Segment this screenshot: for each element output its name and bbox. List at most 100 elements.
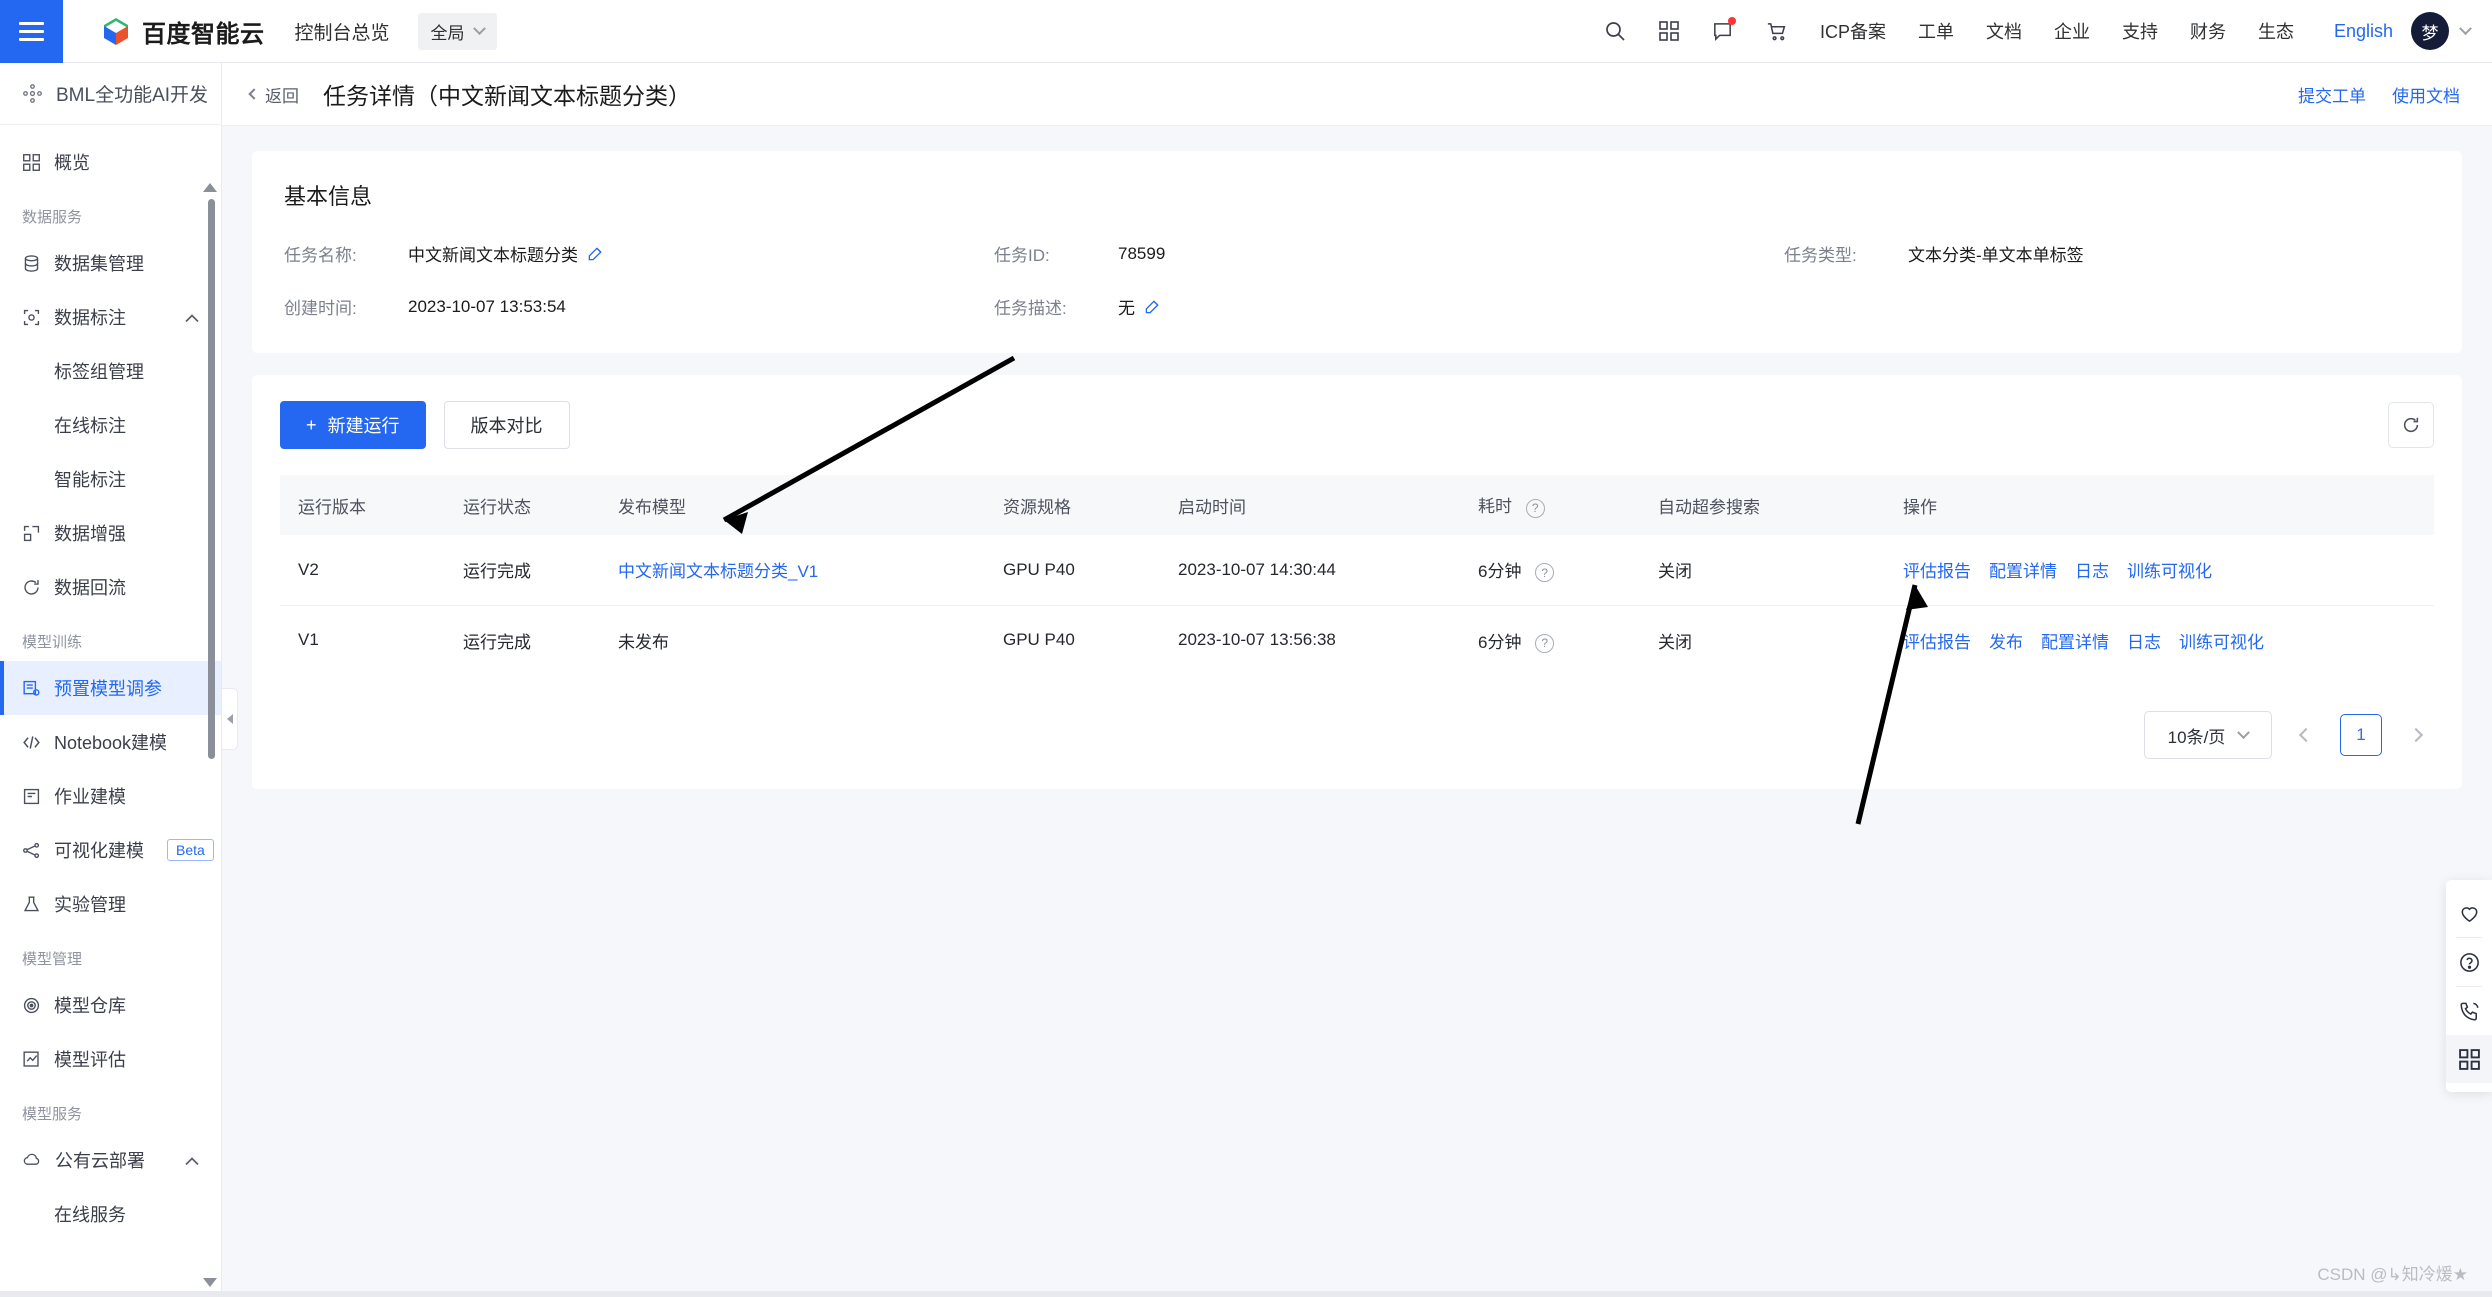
csdn-watermark: CSDN @↳知冷煖★ bbox=[2317, 1265, 2468, 1284]
topbar-link-ecosystem[interactable]: 生态 bbox=[2242, 18, 2310, 44]
sidebar-scroll-down-arrow[interactable] bbox=[203, 1278, 217, 1287]
bottom-scrollbar-strip[interactable] bbox=[0, 1291, 2492, 1297]
sidebar-item-data-augmentation[interactable]: 数据增强 bbox=[0, 506, 221, 560]
page-size-selector[interactable]: 10条/页 bbox=[2144, 711, 2272, 759]
cell-version: V2 bbox=[280, 535, 445, 606]
duration-help-icon[interactable]: ? bbox=[1525, 498, 1545, 518]
sidebar-scroll-up-arrow[interactable] bbox=[203, 183, 217, 192]
sidebar-item-label: 预置模型调参 bbox=[54, 679, 162, 699]
right-floating-dock bbox=[2446, 880, 2492, 1092]
favorite-heart-icon[interactable] bbox=[2446, 889, 2492, 937]
apps-dock-grid-icon[interactable] bbox=[2446, 1035, 2492, 1083]
message-icon[interactable] bbox=[1696, 0, 1750, 63]
edit-task-description-icon[interactable] bbox=[1144, 298, 1161, 315]
sidebar-group-model-training: 模型训练 bbox=[22, 634, 83, 651]
refresh-cw-icon bbox=[24, 579, 39, 595]
action-evaluation-report[interactable]: 评估报告 bbox=[1903, 557, 1971, 582]
console-overview-link[interactable]: 控制台总览 bbox=[295, 18, 390, 45]
cart-icon[interactable] bbox=[1750, 0, 1804, 63]
field-label: 任务类型: bbox=[1784, 246, 1857, 265]
new-run-label: 新建运行 bbox=[327, 416, 400, 436]
topbar-link-support[interactable]: 支持 bbox=[2106, 18, 2174, 44]
usage-docs-link[interactable]: 使用文档 bbox=[2392, 82, 2460, 107]
language-switch-english[interactable]: English bbox=[2310, 21, 2411, 42]
topbar-link-docs[interactable]: 文档 bbox=[1970, 18, 2038, 44]
duration-row-help-icon[interactable]: ? bbox=[1535, 563, 1555, 583]
pagination-next-button[interactable] bbox=[2398, 717, 2434, 753]
topbar-link-finance[interactable]: 财务 bbox=[2174, 18, 2242, 44]
sidebar-item-label: 数据标注 bbox=[54, 308, 126, 328]
sidebar-item-data-reflow[interactable]: 数据回流 bbox=[0, 560, 221, 614]
topbar-link-enterprise[interactable]: 企业 bbox=[2038, 18, 2106, 44]
submit-ticket-link[interactable]: 提交工单 bbox=[2298, 82, 2366, 107]
baidu-cloud-logo-icon bbox=[101, 16, 131, 46]
action-log[interactable]: 日志 bbox=[2127, 628, 2161, 653]
search-icon[interactable] bbox=[1588, 0, 1642, 63]
sidebar-item-overview[interactable]: 概览 bbox=[0, 135, 221, 189]
pagination-prev-button[interactable] bbox=[2288, 717, 2324, 753]
sidebar-product-title[interactable]: BML全功能AI开发 bbox=[0, 63, 221, 125]
runs-table-head: 运行版本 运行状态 发布模型 资源规格 启动时间 耗时 ? 自动超参搜索 操作 bbox=[280, 475, 2434, 535]
code-icon bbox=[23, 735, 40, 749]
field-task-description: 任务描述: 无 bbox=[994, 294, 1784, 319]
brand[interactable]: 百度智能云 bbox=[101, 14, 265, 49]
sidebar-item-model-repository[interactable]: 模型仓库 bbox=[0, 978, 221, 1032]
edit-task-name-icon[interactable] bbox=[587, 245, 604, 262]
sidebar-item-public-cloud-deploy[interactable]: 公有云部署 bbox=[0, 1133, 221, 1187]
hamburger-menu-icon[interactable] bbox=[0, 0, 63, 63]
sidebar-item-data-annotation[interactable]: 数据标注 bbox=[0, 290, 221, 344]
help-question-icon[interactable] bbox=[2446, 938, 2492, 986]
sidebar-collapse-handle[interactable] bbox=[222, 688, 238, 750]
duration-row-help-icon[interactable]: ? bbox=[1535, 633, 1555, 653]
refresh-button[interactable] bbox=[2388, 402, 2434, 448]
table-header-row: 运行版本 运行状态 发布模型 资源规格 启动时间 耗时 ? 自动超参搜索 操作 bbox=[280, 475, 2434, 535]
cell-published-model: 未发布 bbox=[618, 632, 669, 652]
published-model-link[interactable]: 中文新闻文本标题分类_V1 bbox=[618, 562, 818, 581]
avatar-chevron-down-icon[interactable] bbox=[2459, 21, 2472, 35]
action-evaluation-report[interactable]: 评估报告 bbox=[1903, 628, 1971, 653]
sidebar-item-label: 数据集管理 bbox=[54, 254, 144, 274]
field-value: 中文新闻文本标题分类 bbox=[408, 246, 578, 265]
back-label: 返回 bbox=[265, 86, 299, 106]
sidebar-item-dataset-management[interactable]: 数据集管理 bbox=[0, 236, 221, 290]
sidebar-item-label: 模型评估 bbox=[54, 1050, 126, 1070]
page-header: 返回 任务详情（中文新闻文本标题分类） 提交工单 使用文档 bbox=[222, 63, 2492, 126]
pagination-page-1[interactable]: 1 bbox=[2340, 714, 2382, 756]
left-sidebar: BML全功能AI开发 概览 数据服务 数据集管理 数据标注 标签组管理 在线标注… bbox=[0, 63, 222, 1297]
expand-icon bbox=[23, 525, 40, 541]
action-training-visualization[interactable]: 训练可视化 bbox=[2127, 557, 2212, 582]
apps-grid-icon[interactable] bbox=[1642, 0, 1696, 63]
region-selector[interactable]: 全局 bbox=[417, 12, 497, 50]
action-log[interactable]: 日志 bbox=[2075, 557, 2109, 582]
app-root: 百度智能云 控制台总览 全局 ICP备案 工单 文档 企业 支持 财务 生态 E… bbox=[0, 0, 2492, 1297]
sidebar-item-job-modeling[interactable]: 作业建模 bbox=[0, 769, 221, 823]
sidebar-item-notebook-modeling[interactable]: Notebook建模 bbox=[0, 715, 221, 769]
topbar-link-icp[interactable]: ICP备案 bbox=[1804, 18, 1902, 44]
action-training-visualization[interactable]: 训练可视化 bbox=[2179, 628, 2264, 653]
doc-icon bbox=[23, 788, 40, 804]
flask-icon bbox=[23, 895, 40, 911]
top-navigation-bar: 百度智能云 控制台总览 全局 ICP备案 工单 文档 企业 支持 财务 生态 E… bbox=[0, 0, 2492, 63]
user-avatar[interactable]: 梦 bbox=[2411, 12, 2449, 50]
version-compare-button[interactable]: 版本对比 bbox=[443, 401, 570, 449]
bml-product-icon bbox=[23, 84, 42, 103]
sidebar-subitem-online-annotation[interactable]: 在线标注 bbox=[0, 398, 221, 452]
sidebar-item-preset-model-tuning[interactable]: 预置模型调参 bbox=[0, 661, 221, 715]
sidebar-item-model-evaluation[interactable]: 模型评估 bbox=[0, 1032, 221, 1086]
topbar-link-ticket[interactable]: 工单 bbox=[1902, 18, 1970, 44]
sidebar-subitem-label-group-management[interactable]: 标签组管理 bbox=[0, 344, 221, 398]
cell-version: V1 bbox=[298, 630, 319, 650]
sidebar-scrollbar[interactable] bbox=[208, 199, 215, 759]
action-config-detail[interactable]: 配置详情 bbox=[2041, 628, 2109, 653]
page-header-actions: 提交工单 使用文档 bbox=[2298, 82, 2460, 107]
action-config-detail[interactable]: 配置详情 bbox=[1989, 557, 2057, 582]
sidebar-item-experiment-management[interactable]: 实验管理 bbox=[0, 877, 221, 931]
sidebar-subitem-smart-annotation[interactable]: 智能标注 bbox=[0, 452, 221, 506]
phone-support-icon[interactable] bbox=[2446, 987, 2492, 1035]
action-publish[interactable]: 发布 bbox=[1989, 628, 2023, 653]
sidebar-item-visual-modeling[interactable]: 可视化建模 Beta bbox=[0, 823, 221, 877]
new-run-button[interactable]: + 新建运行 bbox=[280, 401, 426, 449]
back-button[interactable]: 返回 bbox=[248, 82, 299, 107]
field-label: 创建时间: bbox=[284, 299, 357, 318]
sidebar-subitem-online-service[interactable]: 在线服务 bbox=[0, 1187, 221, 1241]
